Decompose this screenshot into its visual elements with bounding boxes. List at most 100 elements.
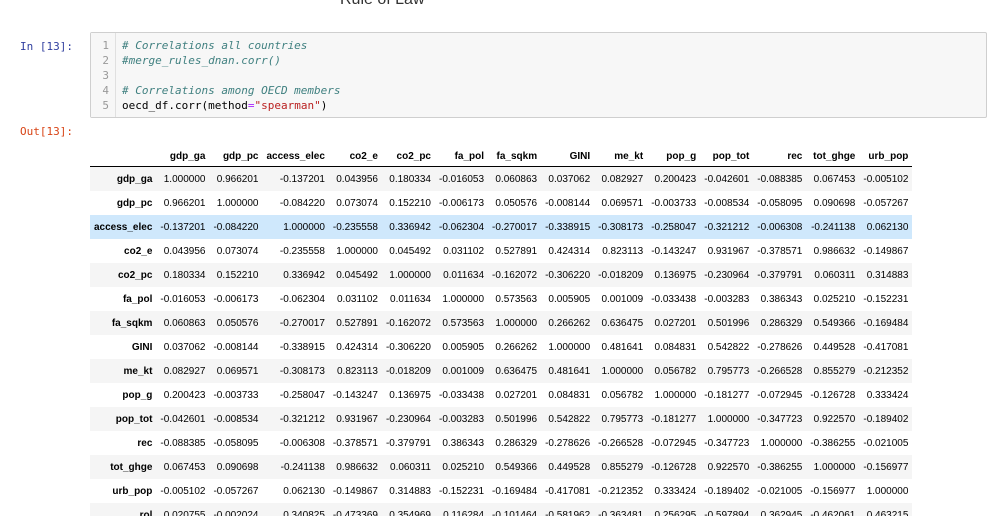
table-row[interactable]: me_kt 0.082927 0.069571 -0.308173 0.823113 -0… (90, 359, 913, 383)
table-cell: 0.966201 (163, 197, 206, 209)
table-row[interactable]: co2_pc 0.180334 0.152210 0.336942 0.045492 1.… (90, 263, 913, 287)
table-cell: 0.636475 (495, 365, 538, 377)
table-cell: 0.067453 (163, 461, 206, 473)
code-cell-input[interactable]: 1 # Correlations all countries 2 #merge_rul… (90, 32, 987, 118)
table-cell: -0.181277 (651, 413, 697, 425)
table-cell: -0.062304 (439, 221, 485, 233)
table-cell: -0.033438 (439, 389, 485, 401)
table-cell: -0.016053 (160, 293, 206, 305)
table-cell: 0.573563 (495, 293, 538, 305)
table-cell: -0.008144 (213, 341, 259, 353)
column-header: rec (753, 138, 807, 167)
table-cell: 0.152210 (389, 197, 431, 209)
table-cell: -0.181277 (704, 389, 750, 401)
table-cell: 0.037062 (548, 173, 591, 185)
table-cell: -0.143247 (651, 245, 697, 257)
table-cell: 0.931967 (707, 245, 750, 257)
table-cell: -0.270017 (492, 221, 538, 233)
table-cell: -0.338915 (545, 221, 591, 233)
table-row[interactable]: tot_ghge 0.067453 0.090698 -0.241138 0.98663… (90, 455, 913, 479)
table-cell: 0.050576 (495, 197, 538, 209)
table-cell: -0.088385 (160, 437, 206, 449)
code-text: # Correlations all countries (122, 38, 307, 53)
table-cell: 0.286329 (760, 317, 803, 329)
table-cell: 0.823113 (602, 245, 644, 257)
table-cell: 0.027201 (654, 317, 697, 329)
table-row[interactable]: access_elec -0.137201 -0.084220 1.000000 -0.… (90, 215, 913, 239)
table-row[interactable]: urb_pop -0.005102 -0.057267 0.062130 -0.1498… (90, 479, 912, 503)
table-cell: 0.336942 (283, 269, 325, 281)
table-cell: 0.073074 (216, 245, 259, 257)
table-cell: -0.126728 (810, 389, 856, 401)
table-cell: 0.449528 (813, 341, 856, 353)
table-cell: -0.378571 (757, 245, 803, 257)
table-cell: -0.308173 (598, 221, 644, 233)
table-cell: -0.057267 (213, 485, 259, 497)
table-cell: 0.060311 (390, 461, 431, 473)
table-cell: -0.473369 (332, 509, 378, 516)
table-cell: 1.000000 (495, 317, 538, 329)
code-string: "spearman" (254, 99, 321, 112)
table-cell: 0.362945 (760, 509, 803, 516)
table-cell: -0.057267 (863, 197, 909, 209)
table-cell: -0.008534 (704, 197, 750, 209)
row-label: me_kt (123, 365, 153, 377)
table-cell: 0.037062 (163, 341, 206, 353)
table-cell: -0.005102 (160, 485, 206, 497)
table-cell: 0.045492 (336, 269, 378, 281)
table-cell: -0.321212 (704, 221, 750, 233)
table-row[interactable]: co2_e 0.043956 0.073074 -0.235558 1.000000 0.… (90, 239, 912, 263)
table-cell: 0.027201 (495, 389, 538, 401)
table-cell: -0.278626 (757, 341, 803, 353)
table-row[interactable]: fa_sqkm 0.060863 0.050576 -0.270017 0.527891… (90, 311, 913, 335)
table-row[interactable]: rec -0.088385 -0.058095 -0.006308 -0.378571-… (90, 431, 912, 455)
table-cell: -0.008534 (213, 413, 259, 425)
table-cell: 0.180334 (389, 173, 431, 185)
column-header: tot_ghge (806, 138, 860, 167)
line-number: 1 (102, 39, 109, 52)
table-cell: -0.084220 (279, 197, 325, 209)
table-cell: -0.235558 (332, 221, 378, 233)
table-cell: -0.597894 (704, 509, 750, 516)
code-comment: # Correlations all countries (122, 39, 308, 52)
column-header: co2_pc (381, 138, 435, 167)
table-cell: -0.258047 (279, 389, 325, 401)
table-cell: -0.137201 (160, 221, 206, 233)
table-cell: 0.043956 (163, 245, 206, 257)
table-cell: 0.527891 (495, 245, 538, 257)
table-row[interactable]: pop_tot -0.042601 -0.008534 -0.321212 0.9319… (90, 407, 913, 431)
code-token: oecd_df.corr(method (122, 99, 248, 112)
table-cell: 0.336942 (389, 221, 431, 233)
table-cell: 0.314883 (389, 485, 431, 497)
table-cell: 0.001009 (601, 293, 644, 305)
table-cell: -0.363481 (598, 509, 644, 516)
table-cell: -0.003733 (213, 389, 259, 401)
table-cell: 1.000000 (548, 341, 591, 353)
table-cell: -0.156977 (863, 461, 909, 473)
table-cell: -0.088385 (757, 173, 803, 185)
table-row[interactable]: pop_g 0.200423 -0.003733 -0.258047 -0.143247… (90, 383, 912, 407)
table-cell: 0.031102 (443, 245, 485, 257)
table-row[interactable]: gdp_ga 1.000000 0.966201 -0.137201 0.043956 0… (90, 166, 913, 191)
code-comment: #merge_rules_dnan.corr() (122, 54, 281, 67)
table-cell: -0.379791 (757, 269, 803, 281)
table-row[interactable]: GINI 0.037062 -0.008144 -0.338915 0.424314 -0… (90, 335, 912, 359)
table-cell: -0.072945 (757, 389, 803, 401)
table-row[interactable]: rol 0.020755 -0.002024 0.340825 -0.473369 0.3… (90, 503, 913, 516)
table-row[interactable]: fa_pol -0.016053 -0.006173 -0.062304 0.03110… (90, 287, 912, 311)
section-heading: Rule of Law (340, 0, 425, 9)
table-cell: 0.340825 (283, 509, 325, 516)
table-cell: -0.152231 (439, 485, 485, 497)
table-cell: 0.501996 (707, 317, 750, 329)
table-cell: 0.449528 (548, 461, 591, 473)
table-cell: 0.062130 (866, 221, 909, 233)
table-cell: 1.000000 (336, 245, 378, 257)
table-row[interactable]: gdp_pc 0.966201 1.000000 -0.084220 0.073074 0… (90, 191, 912, 215)
row-label: tot_ghge (110, 461, 153, 473)
table-cell: 0.986632 (336, 461, 378, 473)
table-cell: -0.386255 (810, 437, 856, 449)
output-prompt: Out[13]: (20, 125, 73, 138)
table-cell: 0.180334 (163, 269, 206, 281)
table-cell: -0.581962 (545, 509, 591, 516)
table-cell: 0.067453 (813, 173, 856, 185)
